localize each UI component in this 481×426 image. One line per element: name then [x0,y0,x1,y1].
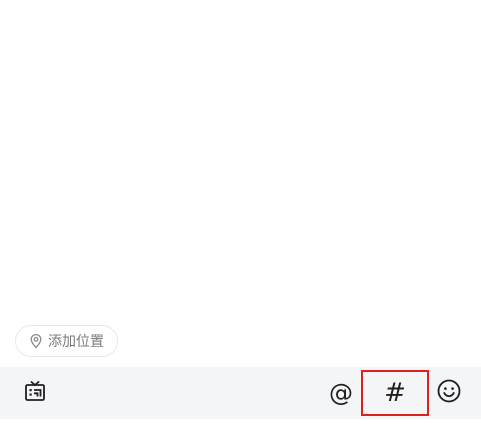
smiley-icon [436,378,462,408]
compose-toolbar: @ # [0,367,481,419]
emoji-button[interactable] [430,367,468,419]
mention-button[interactable]: @ [321,367,361,419]
compose-text-area[interactable] [0,0,481,318]
hashtag-icon: # [384,378,406,408]
bottom-safe-area [0,419,481,426]
add-location-label: 添加位置 [48,334,104,350]
map-pin-icon [28,333,44,349]
media-button[interactable] [14,367,56,419]
at-icon: @ [329,379,353,407]
media-frame-icon [23,379,47,407]
compose-screen: 添加位置 @ # [0,0,481,426]
add-location-button[interactable]: 添加位置 [15,325,118,357]
topic-button[interactable]: # [361,370,429,416]
